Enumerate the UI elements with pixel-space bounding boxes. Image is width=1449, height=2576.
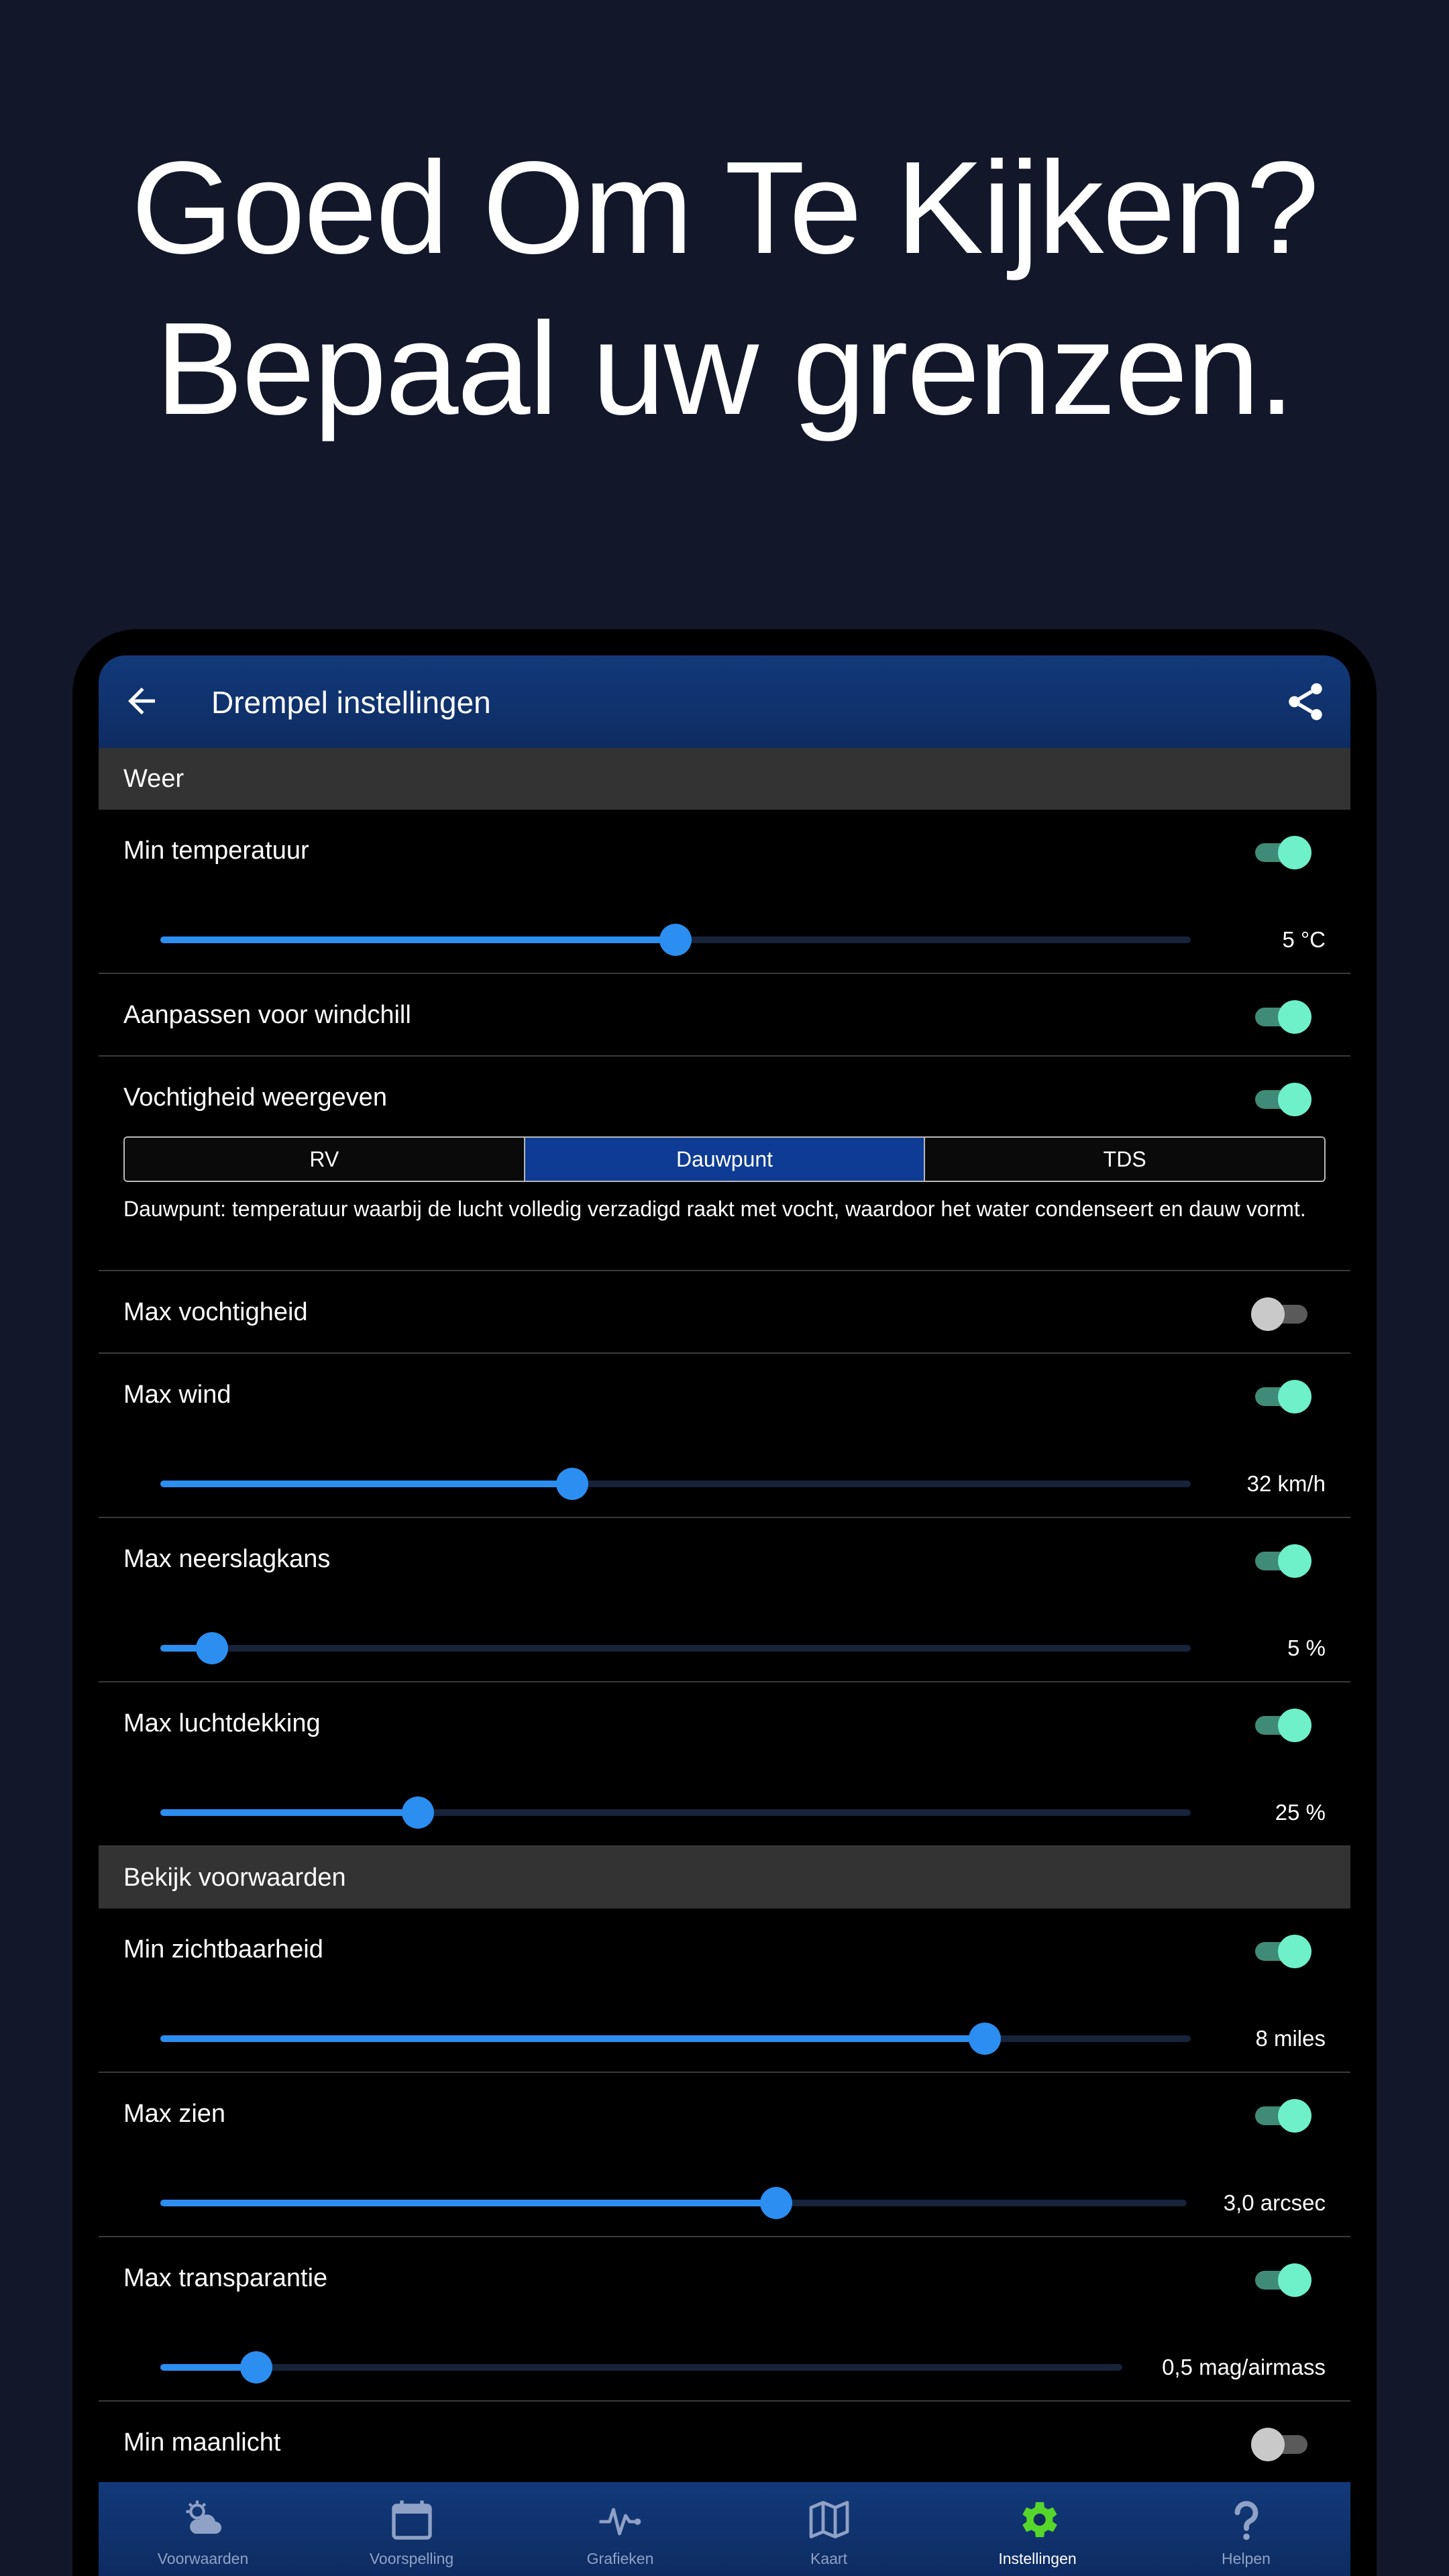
page-title: Drempel instellingen	[211, 685, 491, 720]
setting-max-precipitation: Max neerslagkans 5 %	[99, 1518, 1350, 1682]
toggle-max-transparency[interactable]	[1252, 2263, 1311, 2297]
toggle-max-humidity[interactable]	[1251, 1297, 1310, 1331]
nav-voorspelling[interactable]: Voorspelling	[307, 2482, 516, 2576]
nav-label: Voorwaarden	[157, 2550, 249, 2567]
headline-line-1: Goed Om Te Kijken?	[131, 134, 1320, 281]
value-max-cloud-cover: 25 %	[1275, 1800, 1326, 1825]
value-max-seeing: 3,0 arcsec	[1223, 2190, 1326, 2215]
slider-knob[interactable]	[402, 1796, 434, 1829]
app-screen: Drempel instellingen Weer Min temperatuu…	[99, 655, 1350, 2576]
toggle-min-temperature[interactable]	[1252, 835, 1311, 869]
slider-max-seeing[interactable]	[160, 2187, 1187, 2219]
toggle-max-wind[interactable]	[1252, 1379, 1311, 1413]
slider-min-temperature[interactable]	[160, 924, 1191, 956]
toggle-humidity-display[interactable]	[1252, 1082, 1311, 1116]
setting-label: Max zien	[123, 2100, 226, 2128]
value-max-transparency: 0,5 mag/airmass	[1162, 2355, 1326, 2379]
help-icon	[1234, 2501, 1258, 2540]
value-min-visibility: 8 miles	[1255, 2026, 1326, 2051]
segment-tds[interactable]: TDS	[925, 1138, 1324, 1181]
map-icon	[809, 2501, 849, 2538]
gear-icon	[1022, 2502, 1057, 2538]
setting-label: Max luchtdekking	[123, 1709, 321, 1737]
nav-grafieken[interactable]: Grafieken	[516, 2482, 724, 2576]
setting-label: Max neerslagkans	[123, 1545, 331, 1573]
app-bar: Drempel instellingen	[99, 655, 1350, 748]
value-max-precipitation: 5 %	[1287, 1635, 1326, 1660]
nav-label: Kaart	[810, 2550, 847, 2567]
nav-instellingen[interactable]: Instellingen	[933, 2482, 1142, 2576]
headline-line-2: Bepaal uw grenzen.	[155, 295, 1295, 442]
nav-voorwaarden[interactable]: Voorwaarden	[99, 2482, 307, 2576]
segment-rv[interactable]: RV	[125, 1138, 525, 1181]
setting-humidity-display: Vochtigheid weergeven RV Dauwpunt TDS Da…	[99, 1057, 1350, 1271]
toggle-windchill[interactable]	[1252, 1000, 1311, 1034]
setting-label: Aanpassen voor windchill	[123, 1001, 411, 1029]
slider-knob[interactable]	[556, 1468, 589, 1500]
pulse-chart-icon	[599, 2508, 641, 2536]
setting-label: Min zichtbaarheid	[123, 1935, 323, 1964]
toggle-max-seeing[interactable]	[1252, 2098, 1311, 2133]
toggle-min-visibility[interactable]	[1252, 1934, 1311, 1968]
nav-label: Instellingen	[998, 2550, 1077, 2567]
settings-list: Weer Min temperatuur 5 °C Aanpassen voor…	[99, 748, 1350, 2484]
calendar-icon	[391, 2500, 432, 2540]
slider-min-visibility[interactable]	[160, 2023, 1191, 2055]
toggle-max-cloud-cover[interactable]	[1252, 1708, 1311, 1742]
nav-label: Helpen	[1222, 2550, 1271, 2567]
setting-max-wind: Max wind 32 km/h	[99, 1354, 1350, 1518]
setting-min-visibility: Min zichtbaarheid 8 miles	[99, 1909, 1350, 2073]
slider-max-precipitation[interactable]	[160, 1632, 1191, 1664]
setting-max-cloud-cover: Max luchtdekking 25 %	[99, 1682, 1350, 1847]
setting-min-moonlight: Min maanlicht	[99, 2402, 1350, 2484]
bottom-navigation: Voorwaarden Voorspelling Grafieken Kaart	[99, 2482, 1350, 2576]
toggle-max-precipitation[interactable]	[1252, 1544, 1311, 1578]
humidity-description: Dauwpunt: temperatuur waarbij de lucht v…	[123, 1197, 1306, 1221]
nav-label: Grafieken	[586, 2550, 654, 2567]
setting-windchill: Aanpassen voor windchill	[99, 974, 1350, 1057]
value-min-temperature: 5 °C	[1282, 927, 1326, 952]
slider-max-transparency[interactable]	[160, 2351, 1122, 2383]
setting-max-seeing: Max zien 3,0 arcsec	[99, 2073, 1350, 2237]
nav-kaart[interactable]: Kaart	[724, 2482, 933, 2576]
setting-label: Min maanlicht	[123, 2428, 281, 2457]
slider-max-wind[interactable]	[160, 1468, 1191, 1500]
slider-knob[interactable]	[968, 2023, 1001, 2055]
value-max-wind: 32 km/h	[1246, 1471, 1326, 1496]
share-icon[interactable]	[1283, 680, 1328, 724]
setting-max-transparency: Max transparantie 0,5 mag/airmass	[99, 2237, 1350, 2402]
segment-dauwpunt[interactable]: Dauwpunt	[525, 1138, 926, 1181]
setting-label: Max wind	[123, 1381, 231, 1409]
slider-knob[interactable]	[195, 1632, 228, 1664]
humidity-mode-selector: RV Dauwpunt TDS	[123, 1136, 1326, 1182]
setting-label: Vochtigheid weergeven	[123, 1083, 387, 1112]
section-header-bekijk: Bekijk voorwaarden	[99, 1847, 1350, 1909]
slider-knob[interactable]	[760, 2187, 792, 2219]
slider-knob[interactable]	[240, 2351, 273, 2383]
section-header-weer: Weer	[99, 748, 1350, 810]
slider-max-cloud-cover[interactable]	[160, 1796, 1191, 1829]
toggle-min-moonlight[interactable]	[1251, 2427, 1310, 2461]
setting-label: Max transparantie	[123, 2264, 328, 2292]
slider-knob[interactable]	[659, 924, 692, 956]
arrow-left-icon[interactable]	[121, 681, 162, 721]
setting-min-temperature: Min temperatuur 5 °C	[99, 810, 1350, 974]
setting-max-humidity: Max vochtigheid	[99, 1271, 1350, 1354]
nav-label: Voorspelling	[369, 2550, 454, 2567]
headline: Goed Om Te Kijken? Bepaal uw grenzen.	[0, 127, 1449, 449]
partly-cloudy-icon	[186, 2500, 221, 2534]
setting-label: Max vochtigheid	[123, 1298, 308, 1326]
setting-label: Min temperatuur	[123, 837, 309, 865]
nav-helpen[interactable]: Helpen	[1142, 2482, 1350, 2576]
